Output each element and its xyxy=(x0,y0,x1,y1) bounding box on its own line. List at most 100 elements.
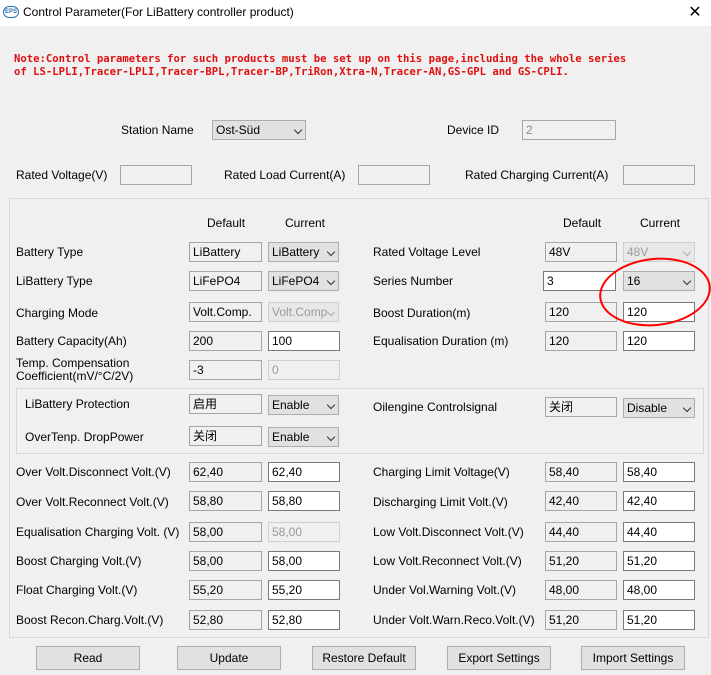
temp-comp-label: Temp. Compensation Coefficient(mV/°C/2V) xyxy=(16,357,133,383)
voltage-row-current[interactable]: 44,40 xyxy=(623,522,695,542)
voltage-row-label: Low Volt.Disconnect Volt.(V) xyxy=(373,525,524,539)
station-name-label: Station Name xyxy=(121,123,194,137)
voltage-row-current[interactable]: 58,00 xyxy=(268,551,340,571)
voltage-row-current[interactable]: 62,40 xyxy=(268,462,340,482)
rated-voltage-level-value: 48V xyxy=(627,245,649,259)
voltage-row-label: Under Volt.Warn.Reco.Volt.(V) xyxy=(373,613,535,627)
libattery-protection-default: 启用 xyxy=(189,394,262,414)
rated-charging-current-label: Rated Charging Current(A) xyxy=(465,168,609,182)
voltage-row-default: 58,80 xyxy=(189,491,262,511)
series-number-default: 3 xyxy=(543,271,616,291)
import-settings-button[interactable]: Import Settings xyxy=(581,646,685,670)
export-settings-button[interactable]: Export Settings xyxy=(447,646,551,670)
chevron-down-icon xyxy=(682,403,692,413)
libattery-type-default: LiFePO4 xyxy=(189,271,262,291)
station-name-select[interactable]: Ost-Süd xyxy=(212,120,306,140)
device-id-label: Device ID xyxy=(447,123,500,137)
window-title: Control Parameter(For LiBattery controll… xyxy=(23,5,294,19)
default-header-left: Default xyxy=(207,216,246,230)
charging-mode-default: Volt.Comp. xyxy=(189,302,262,322)
libattery-type-select[interactable]: LiFePO4 xyxy=(268,271,339,291)
voltage-row-label: Over Volt.Reconnect Volt.(V) xyxy=(16,495,169,509)
series-number-label: Series Number xyxy=(373,274,454,288)
battery-capacity-label: Battery Capacity(Ah) xyxy=(16,334,127,348)
station-name-value: Ost-Süd xyxy=(216,123,261,137)
overtemp-droppower-label: OverTenp. DropPower xyxy=(25,430,144,444)
libattery-protection-select[interactable]: Enable xyxy=(268,395,339,415)
battery-type-label: Battery Type xyxy=(16,245,84,259)
read-button[interactable]: Read xyxy=(36,646,140,670)
chevron-down-icon xyxy=(293,125,303,135)
voltage-row-current[interactable]: 42,40 xyxy=(623,491,695,511)
temp-comp-default: -3 xyxy=(189,360,262,380)
note-text: Note:Control parameters for such product… xyxy=(14,53,704,79)
voltage-row-default: 48,00 xyxy=(545,580,617,600)
battery-capacity-default: 200 xyxy=(189,331,262,351)
chevron-down-icon xyxy=(682,276,692,286)
voltage-row-default: 44,40 xyxy=(545,522,617,542)
equalisation-duration-field[interactable]: 120 xyxy=(623,331,695,351)
voltage-row-current[interactable]: 58,00 xyxy=(268,522,340,542)
voltage-row-default: 52,80 xyxy=(189,610,262,630)
voltage-row-default: 51,20 xyxy=(545,551,617,571)
rated-charging-current-field[interactable] xyxy=(623,165,695,185)
chevron-down-icon xyxy=(326,247,336,257)
rated-load-current-label: Rated Load Current(A) xyxy=(224,168,346,182)
note-line-2: of LS-LPLI,Tracer-LPLI,Tracer-BPL,Tracer… xyxy=(14,66,569,78)
battery-type-select[interactable]: LiBattery xyxy=(268,242,339,262)
overtemp-droppower-select[interactable]: Enable xyxy=(268,427,339,447)
device-id-field[interactable]: 2 xyxy=(522,120,616,140)
rated-voltage-level-default: 48V xyxy=(545,242,617,262)
voltage-row-default: 62,40 xyxy=(189,462,262,482)
default-header-right: Default xyxy=(563,216,602,230)
voltage-row-current[interactable]: 52,80 xyxy=(268,610,340,630)
chevron-down-icon xyxy=(326,400,336,410)
battery-type-value: LiBattery xyxy=(272,245,320,259)
voltage-row-current[interactable]: 51,20 xyxy=(623,551,695,571)
voltage-row-default: 58,00 xyxy=(189,522,262,542)
boost-duration-label: Boost Duration(m) xyxy=(373,306,471,320)
voltage-row-label: Float Charging Volt.(V) xyxy=(16,583,138,597)
voltage-row-label: Boost Recon.Charg.Volt.(V) xyxy=(16,613,164,627)
series-number-select[interactable]: 16 xyxy=(623,271,695,291)
boost-duration-field[interactable]: 120 xyxy=(623,302,695,322)
oilengine-controlsignal-label: Oilengine Controlsignal xyxy=(373,400,498,414)
current-header-right: Current xyxy=(640,216,681,230)
rated-voltage-field[interactable] xyxy=(120,165,192,185)
oilengine-controlsignal-select[interactable]: Disable xyxy=(623,398,695,418)
voltage-row-current[interactable]: 58,80 xyxy=(268,491,340,511)
restore-default-button[interactable]: Restore Default xyxy=(312,646,416,670)
voltage-row-current[interactable]: 51,20 xyxy=(623,610,695,630)
rated-load-current-field[interactable] xyxy=(358,165,430,185)
charging-mode-select[interactable]: Volt.Comp xyxy=(268,302,339,322)
voltage-row-current[interactable]: 48,00 xyxy=(623,580,695,600)
rated-voltage-level-select[interactable]: 48V xyxy=(623,242,695,262)
close-icon[interactable]: ✕ xyxy=(683,2,707,24)
voltage-row-current[interactable]: 55,20 xyxy=(268,580,340,600)
equalisation-duration-default: 120 xyxy=(545,331,617,351)
voltage-row-label: Boost Charging Volt.(V) xyxy=(16,554,142,568)
overtemp-droppower-default: 关闭 xyxy=(189,426,262,446)
voltage-row-label: Charging Limit Voltage(V) xyxy=(373,465,510,479)
voltage-row-default: 58,40 xyxy=(545,462,617,482)
oilengine-controlsignal-default: 关闭 xyxy=(545,397,617,417)
voltage-row-default: 55,20 xyxy=(189,580,262,600)
voltage-row-default: 58,00 xyxy=(189,551,262,571)
voltage-row-label: Under Vol.Warning Volt.(V) xyxy=(373,583,516,597)
voltage-row-current[interactable]: 58,40 xyxy=(623,462,695,482)
temp-comp-label-line2: Coefficient(mV/°C/2V) xyxy=(16,369,134,383)
series-number-value: 16 xyxy=(627,274,641,288)
charging-mode-value: Volt.Comp xyxy=(272,305,328,319)
voltage-row-label: Equalisation Charging Volt. (V) xyxy=(16,525,180,539)
libattery-type-value: LiFePO4 xyxy=(272,274,320,288)
battery-capacity-field[interactable]: 100 xyxy=(268,331,340,351)
libattery-protection-label: LiBattery Protection xyxy=(25,397,130,411)
voltage-row-label: Low Volt.Reconnect Volt.(V) xyxy=(373,554,522,568)
chevron-down-icon xyxy=(326,432,336,442)
chevron-down-icon xyxy=(682,247,692,257)
chevron-down-icon xyxy=(326,276,336,286)
temp-comp-field[interactable]: 0 xyxy=(268,360,340,380)
update-button[interactable]: Update xyxy=(177,646,281,670)
battery-type-default: LiBattery xyxy=(189,242,262,262)
overtemp-droppower-value: Enable xyxy=(272,430,310,444)
